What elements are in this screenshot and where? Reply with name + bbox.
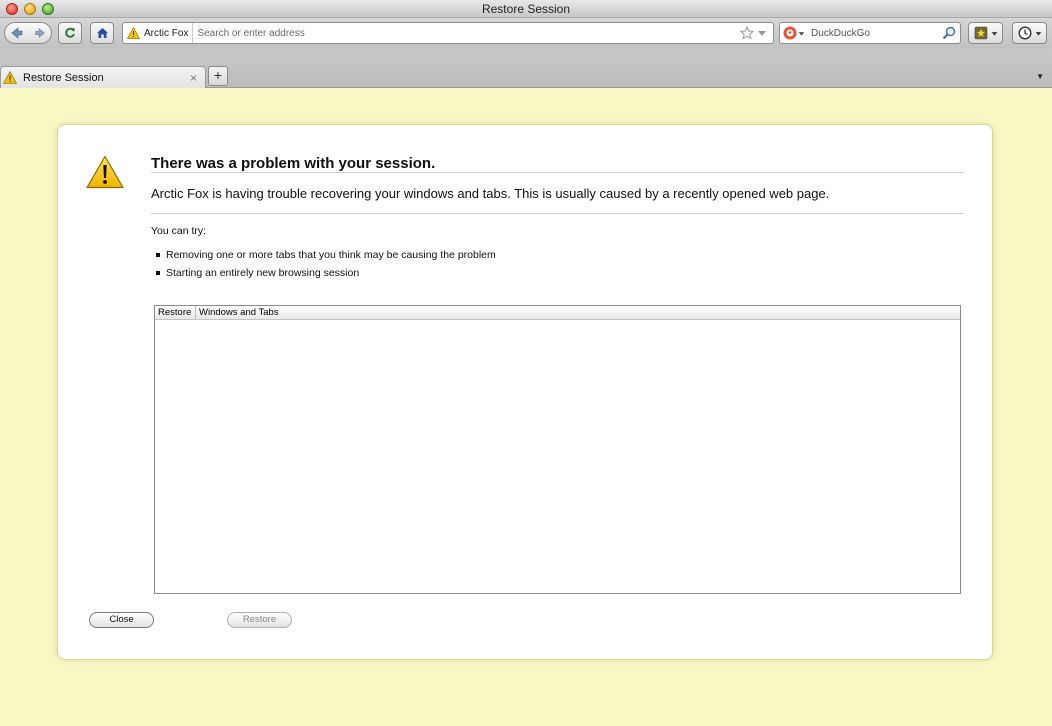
tab-label: Restore Session xyxy=(23,71,104,84)
window-titlebar: Restore Session xyxy=(0,0,1052,18)
clock-icon xyxy=(1017,26,1032,40)
back-forward-group xyxy=(4,22,52,44)
back-arrow-icon xyxy=(11,27,22,39)
chevron-down-icon xyxy=(991,31,997,36)
bookmark-star-icon[interactable] xyxy=(740,26,754,40)
reload-button[interactable] xyxy=(58,22,82,44)
warning-icon xyxy=(3,71,17,84)
bookmarks-menu-button[interactable] xyxy=(968,22,1003,44)
history-menu-button[interactable] xyxy=(1012,22,1047,44)
forward-arrow-icon xyxy=(34,28,45,38)
back-button[interactable] xyxy=(5,23,28,43)
list-item: Starting an entirely new browsing sessio… xyxy=(156,264,496,282)
search-input[interactable] xyxy=(805,27,942,39)
duckduckgo-icon xyxy=(783,26,797,40)
session-restore-panel: There was a problem with your session. A… xyxy=(57,124,993,660)
window-title: Restore Session xyxy=(481,2,571,16)
session-tree[interactable]: Restore Windows and Tabs xyxy=(154,305,961,594)
warning-icon xyxy=(86,155,124,189)
suggestions-list: Removing one or more tabs that you think… xyxy=(156,246,496,282)
history-dropdown-icon[interactable] xyxy=(757,28,767,38)
site-identity-button[interactable]: Arctic Fox xyxy=(123,23,194,43)
address-bar[interactable]: Arctic Fox xyxy=(122,22,774,44)
navigation-toolbar: Arctic Fox xyxy=(0,18,1052,48)
bookmarks-icon xyxy=(974,26,987,40)
home-icon xyxy=(96,28,108,38)
warning-icon xyxy=(127,27,140,39)
list-item: Removing one or more tabs that you think… xyxy=(156,246,496,264)
tab-restore-session[interactable]: Restore Session × xyxy=(0,66,206,88)
divider xyxy=(151,213,964,214)
new-tab-button[interactable]: + xyxy=(208,66,228,86)
column-header-restore[interactable]: Restore xyxy=(155,306,196,319)
home-button[interactable] xyxy=(90,22,114,44)
page-title: There was a problem with your session. xyxy=(151,155,436,172)
chevron-down-icon xyxy=(798,31,805,36)
suggestions-label: You can try: xyxy=(151,225,207,237)
column-header-windows-and-tabs[interactable]: Windows and Tabs xyxy=(196,306,960,319)
forward-button[interactable] xyxy=(28,23,51,43)
identity-label: Arctic Fox xyxy=(144,27,189,39)
chevron-down-icon xyxy=(1035,31,1041,36)
search-icon[interactable] xyxy=(942,26,956,40)
tab-strip: Restore Session × + ▼ xyxy=(0,48,1052,88)
url-input[interactable] xyxy=(193,27,740,39)
list-all-tabs-button[interactable]: ▼ xyxy=(1036,72,1044,81)
divider xyxy=(151,172,964,173)
search-engine-button[interactable] xyxy=(780,26,805,40)
reload-icon xyxy=(65,27,75,38)
restore-button[interactable]: Restore xyxy=(227,612,292,628)
tab-close-button[interactable]: × xyxy=(190,72,197,84)
error-description: Arctic Fox is having trouble recovering … xyxy=(151,186,830,201)
tree-header: Restore Windows and Tabs xyxy=(155,306,960,320)
search-bar[interactable] xyxy=(779,22,961,44)
close-button[interactable]: Close xyxy=(89,612,154,628)
